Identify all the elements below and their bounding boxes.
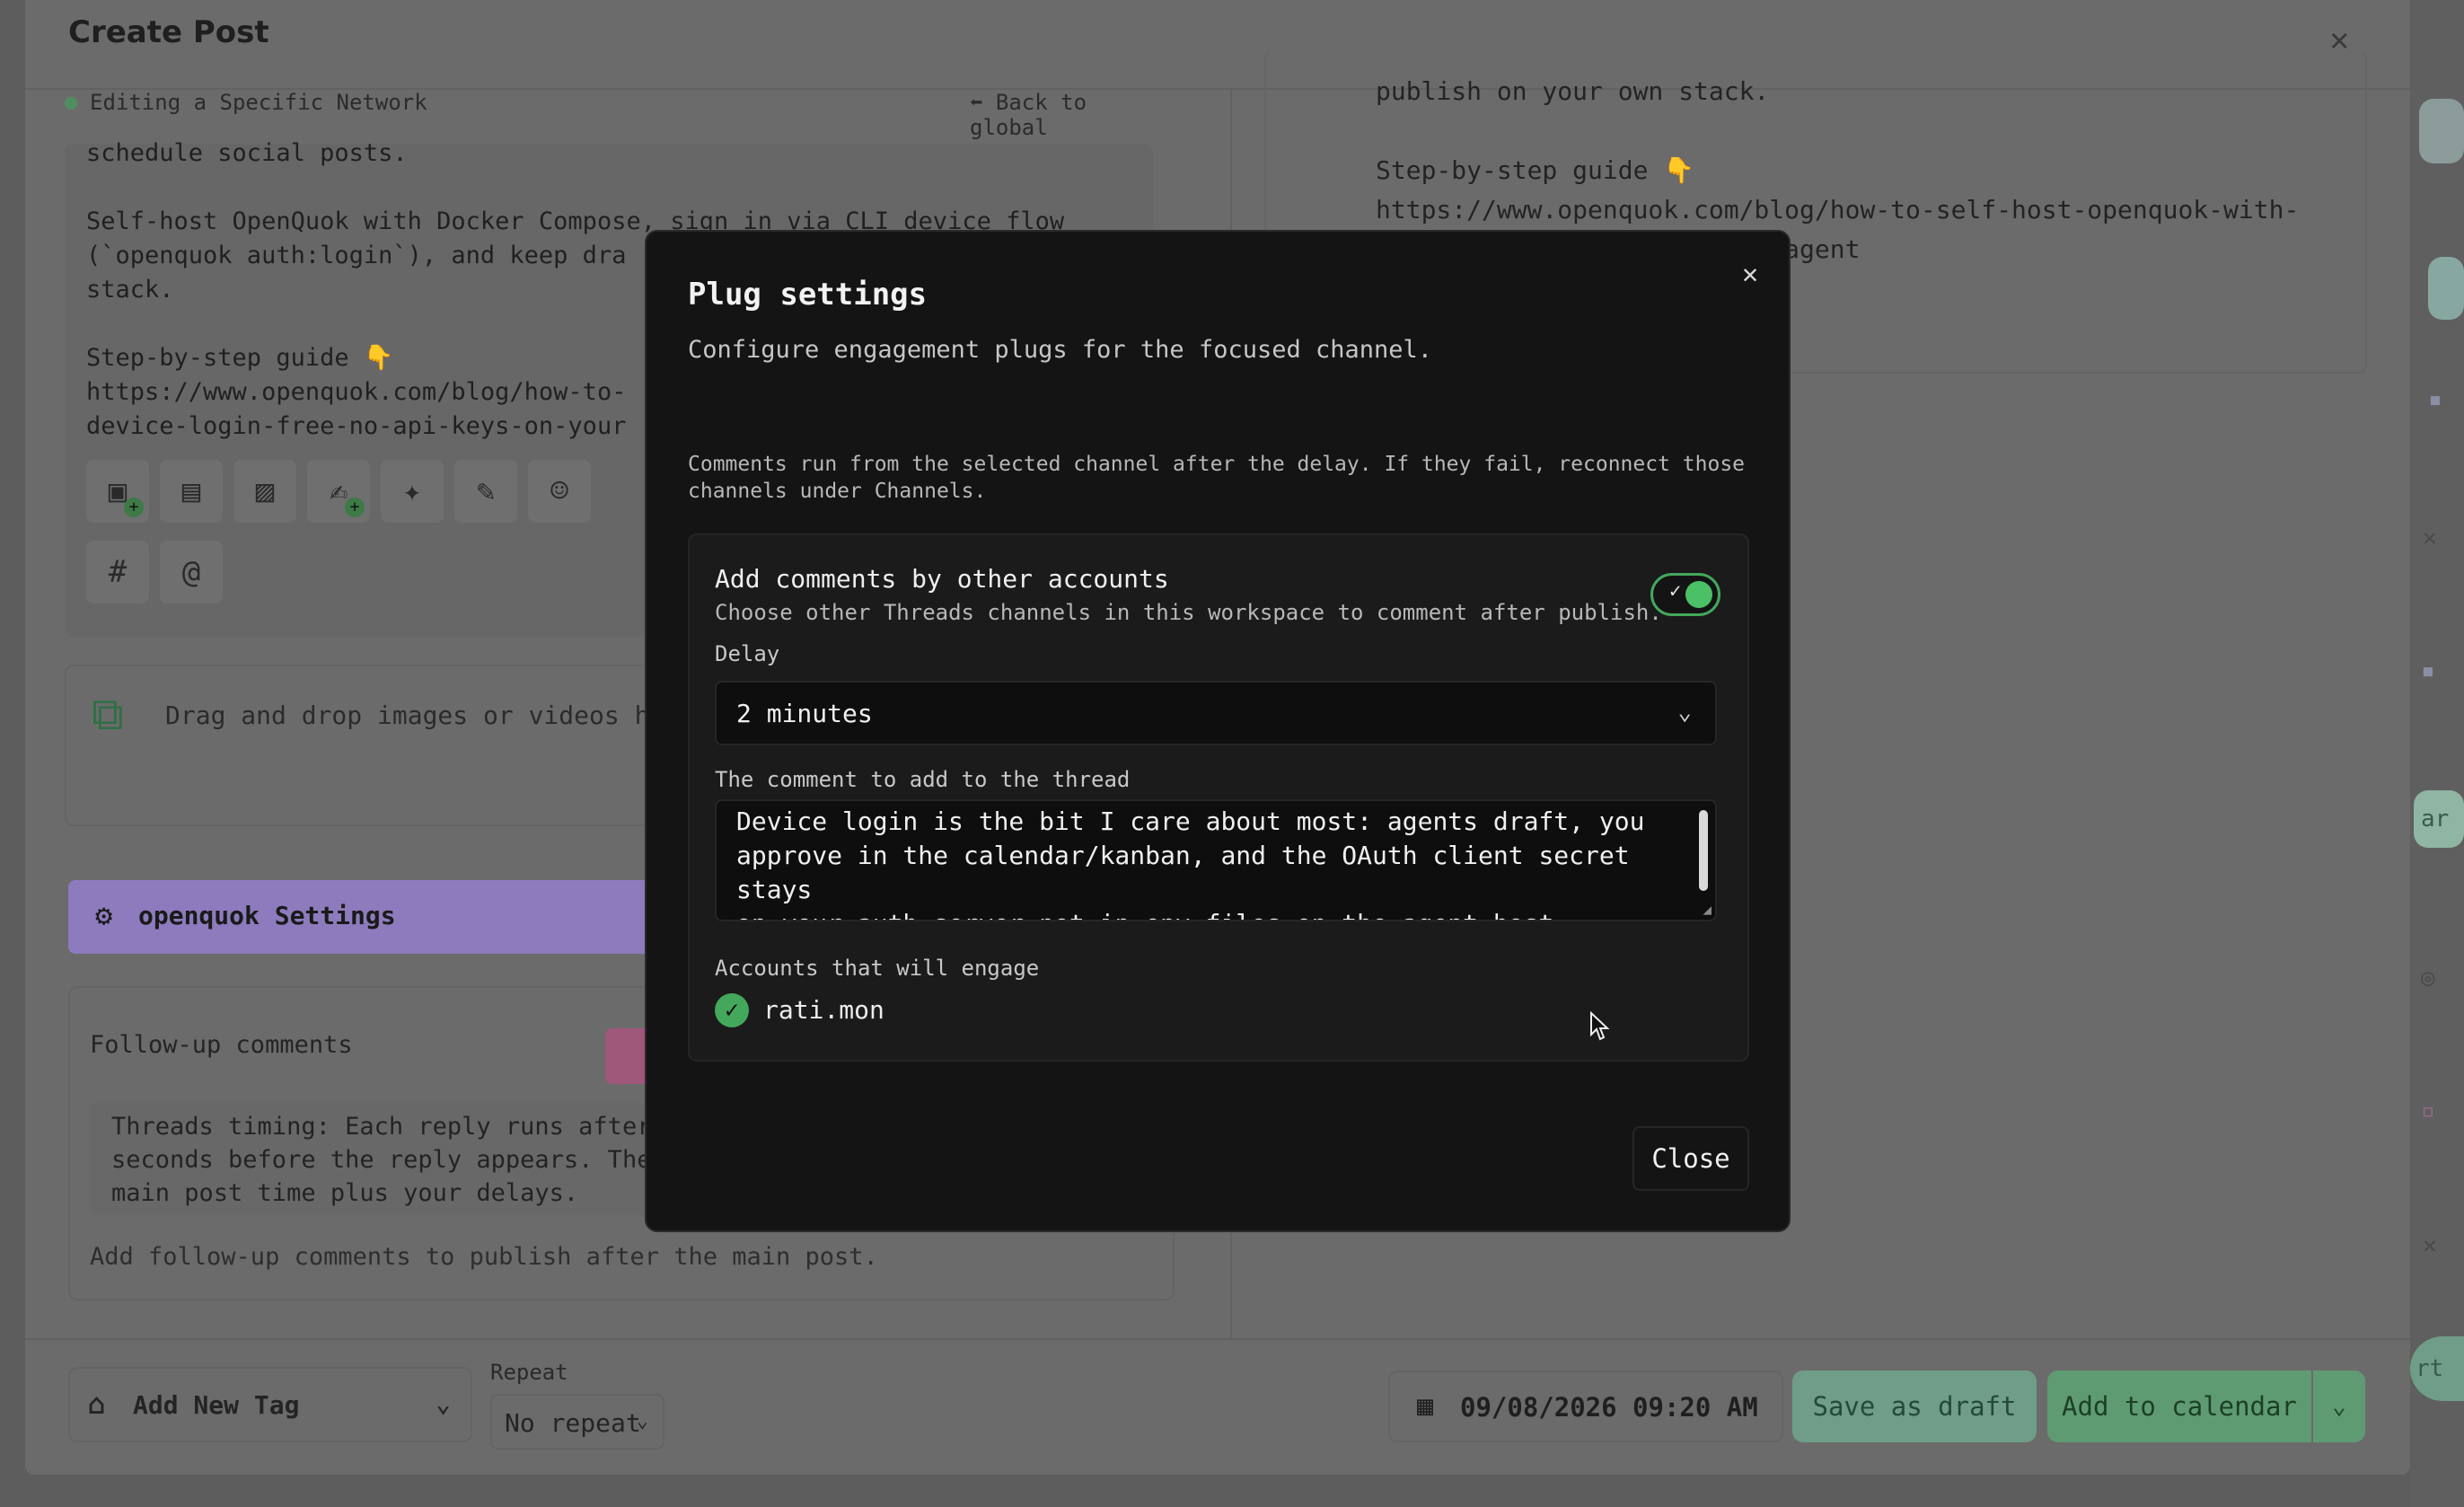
mouse-cursor-icon <box>1590 1011 1610 1041</box>
schedule-date-value: 09/08/2026 09:20 AM <box>1460 1392 1758 1423</box>
back-to-global-link[interactable]: ⬅ Back to global <box>970 90 1142 140</box>
scrollbar[interactable] <box>1699 810 1708 891</box>
background-partial-button: rt <box>2410 1336 2464 1401</box>
add-followup-button[interactable] <box>605 1028 650 1084</box>
editor-toolbar-row-2: # @ <box>86 541 223 604</box>
arrow-left-icon: ⬅ <box>970 90 996 115</box>
plug-title: Add comments by other accounts <box>715 564 1169 594</box>
chevron-down-icon: ⌄ <box>636 1410 648 1432</box>
insert-media-icon[interactable]: ▣ + <box>86 460 149 523</box>
settings-label: openquok Settings <box>138 901 396 930</box>
repeat-value: No repeat <box>505 1408 641 1438</box>
notes-icon[interactable]: ✎ <box>454 460 517 523</box>
add-tag-select[interactable]: ⌂ Add New Tag ⌄ <box>68 1367 472 1442</box>
background-close-icon: ✕ <box>2423 524 2437 551</box>
background-close-icon: ✕ <box>2423 1232 2437 1259</box>
media-upload-icon: ⧉ <box>92 688 124 740</box>
dropzone-text: Drag and drop images or videos her <box>165 701 681 730</box>
resize-handle-icon[interactable]: ◢ <box>1703 901 1712 918</box>
editor-toolbar: ▣ + ▤ ▨ ✍ + ✦ ✎ ☺ <box>86 460 591 523</box>
toggle-knob <box>1685 581 1712 608</box>
plug-description: Choose other Threads channels in this wo… <box>715 600 1662 625</box>
background-partial-button: ar <box>2414 790 2464 848</box>
delay-label: Delay <box>715 641 780 666</box>
magic-wand-icon[interactable]: ✦ <box>381 460 444 523</box>
accounts-label: Accounts that will engage <box>715 956 1040 981</box>
check-icon: ✓ <box>1669 580 1682 603</box>
close-icon[interactable]: ✕ <box>1742 259 1758 290</box>
signature-icon[interactable]: ✍ + <box>307 460 370 523</box>
user-icon[interactable]: ☺ <box>528 460 591 523</box>
link-icon <box>2419 99 2464 163</box>
image-icon[interactable]: ▨ <box>233 460 296 523</box>
close-button[interactable]: Close <box>1632 1126 1749 1191</box>
chevron-down-icon: ⌄ <box>2332 1393 2346 1420</box>
repeat-label: Repeat <box>490 1360 568 1385</box>
save-draft-button[interactable]: Save as draft <box>1792 1370 2037 1442</box>
mention-icon[interactable]: @ <box>160 541 223 604</box>
gallery-icon[interactable]: ▤ <box>160 460 223 523</box>
delay-select[interactable]: 2 minutes ⌄ <box>715 681 1717 745</box>
chevron-down-icon: ⌄ <box>1677 699 1692 726</box>
editing-label: Editing a Specific Network <box>90 90 427 115</box>
account-name: rati.mon <box>763 995 884 1025</box>
background-icon: ▪ <box>2421 657 2435 684</box>
chevron-down-icon: ⌄ <box>436 1388 451 1418</box>
status-dot <box>65 97 77 110</box>
editing-network-row: Editing a Specific Network ⬅ Back to glo… <box>65 90 1142 140</box>
delay-value: 2 minutes <box>736 699 873 728</box>
add-tag-label: Add New Tag <box>133 1390 300 1420</box>
background-icon: ▪ <box>2428 386 2442 413</box>
dialog-subtitle: Configure engagement plugs for the focus… <box>688 336 1433 364</box>
background-chip <box>2428 257 2464 320</box>
background-sidebar: ▪ ✕ ▪ ar ◎ ▫ ✕ rt <box>2410 0 2464 1507</box>
dialog-title: Plug settings <box>688 277 928 313</box>
add-to-calendar-options-button[interactable]: ⌄ <box>2313 1370 2365 1442</box>
background-icon: ▫ <box>2421 1097 2435 1124</box>
page-title: Create Post <box>68 14 269 50</box>
hashtag-icon[interactable]: # <box>86 541 149 604</box>
comments-toggle[interactable]: ✓ <box>1650 573 1720 616</box>
comment-label: The comment to add to the thread <box>715 767 1131 792</box>
comment-text[interactable]: Device login is the bit I care about mos… <box>736 805 1688 920</box>
repeat-select[interactable]: No repeat ⌄ <box>490 1394 664 1450</box>
comment-textarea[interactable]: Device login is the bit I care about mos… <box>715 799 1717 921</box>
dialog-note: Comments run from the selected channel a… <box>688 453 1746 503</box>
check-circle-icon: ✓ <box>715 993 749 1027</box>
followup-title: Follow-up comments <box>90 1031 353 1059</box>
add-to-calendar-button[interactable]: Add to calendar <box>2047 1370 2311 1442</box>
schedule-date-picker[interactable]: ▦ 09/08/2026 09:20 AM <box>1388 1370 1783 1442</box>
tag-icon: ⌂ <box>88 1387 106 1421</box>
background-icon: ◎ <box>2421 965 2435 991</box>
plug-settings-dialog: Plug settings ✕ Configure engagement plu… <box>645 230 1791 1232</box>
followup-hint: Add follow-up comments to publish after … <box>90 1243 878 1271</box>
calendar-icon: ▦ <box>1417 1390 1434 1422</box>
gear-icon: ⚙ <box>95 898 113 932</box>
